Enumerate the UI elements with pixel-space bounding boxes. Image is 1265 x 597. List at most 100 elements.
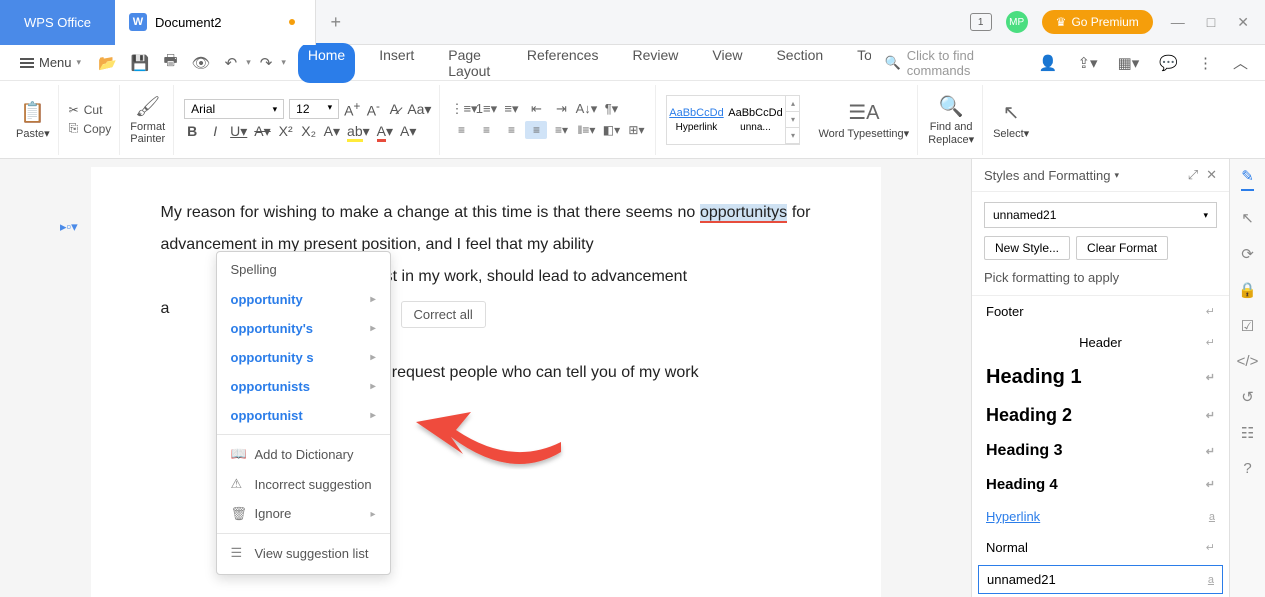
align-right-button[interactable]: ≡ bbox=[500, 121, 522, 139]
styles-gallery[interactable]: AaBbCcDd Hyperlink AaBbCcDd unna... ▴ ▾ … bbox=[666, 95, 800, 145]
page-side-icon[interactable]: ▸▫▾ bbox=[60, 219, 78, 235]
user-avatar[interactable]: MP bbox=[1006, 11, 1028, 33]
decrease-indent-button[interactable]: ⇤ bbox=[525, 101, 547, 117]
style-unnamed[interactable]: AaBbCcDd unna... bbox=[726, 96, 784, 144]
style-hyperlink[interactable]: Hyperlinka bbox=[972, 501, 1229, 532]
new-style-button[interactable]: New Style... bbox=[984, 236, 1070, 260]
minimize-button[interactable]: — bbox=[1167, 10, 1189, 34]
correct-all-button[interactable]: Correct all bbox=[401, 301, 486, 328]
font-size-select[interactable]: 12▾ bbox=[289, 99, 339, 119]
maximize-button[interactable]: □ bbox=[1203, 10, 1219, 34]
save-icon[interactable]: 💾 bbox=[126, 51, 155, 75]
window-count-badge[interactable]: 1 bbox=[970, 13, 992, 31]
select-button[interactable]: ↖ Select▾ bbox=[993, 100, 1029, 140]
suggestion-opportunitys-apostrophe[interactable]: opportunity's▸ bbox=[217, 314, 390, 343]
suggestion-opportunity[interactable]: opportunity▸ bbox=[217, 285, 390, 314]
tab-page-layout[interactable]: Page Layout bbox=[438, 43, 503, 83]
rail-code-icon[interactable]: </> bbox=[1237, 353, 1259, 370]
text-direction-button[interactable]: A↓▾ bbox=[575, 101, 597, 117]
grow-font-icon[interactable]: A+ bbox=[344, 100, 360, 119]
styles-down-button[interactable]: ▾ bbox=[786, 112, 799, 128]
style-header[interactable]: Header↵ bbox=[972, 327, 1229, 358]
document-tab[interactable]: W Document2 bbox=[115, 0, 316, 45]
current-style-select[interactable]: unnamed21▾ bbox=[984, 202, 1217, 228]
align-left-button[interactable]: ≡ bbox=[450, 121, 472, 139]
ignore-suggestion[interactable]: 🗑Ignore▸ bbox=[217, 499, 390, 529]
undo-icon[interactable]: ↶ bbox=[220, 51, 243, 75]
numbering-button[interactable]: 1≡▾ bbox=[475, 101, 497, 117]
view-suggestion-list[interactable]: ☰View suggestion list bbox=[217, 538, 390, 568]
word-typesetting-button[interactable]: ☰A Word Typesetting▾ bbox=[818, 100, 909, 140]
close-button[interactable]: ✕ bbox=[1233, 10, 1253, 35]
more-icon[interactable]: ⋮ bbox=[1193, 51, 1218, 75]
tab-review[interactable]: Review bbox=[622, 43, 688, 83]
font-select[interactable]: Arial▾ bbox=[184, 99, 284, 119]
tab-view[interactable]: View bbox=[702, 43, 752, 83]
rail-layout-icon[interactable]: ☷ bbox=[1241, 424, 1254, 442]
line-break-button[interactable]: ¶▾ bbox=[600, 101, 622, 117]
strikethrough-button[interactable]: A▾ bbox=[254, 123, 270, 140]
suggestion-opportunity-s[interactable]: opportunity s▸ bbox=[217, 343, 390, 372]
pin-icon[interactable]: ⤢ bbox=[1188, 167, 1198, 183]
panel-title[interactable]: Styles and Formatting▾ bbox=[984, 168, 1119, 183]
new-tab-button[interactable]: + bbox=[316, 12, 355, 33]
shading-button[interactable]: A▾ bbox=[400, 123, 416, 140]
fill-button[interactable]: ◧▾ bbox=[600, 121, 622, 139]
clear-format-button[interactable]: Clear Format bbox=[1076, 236, 1168, 260]
bullets-button[interactable]: ⋮≡▾ bbox=[450, 101, 472, 117]
page[interactable]: My reason for wishing to make a change a… bbox=[91, 167, 881, 597]
redo-icon[interactable]: ↷ bbox=[255, 51, 278, 75]
template-icon[interactable]: ▦▾ bbox=[1113, 51, 1145, 75]
distribute-button[interactable]: ≡▾ bbox=[550, 121, 572, 139]
rail-help-icon[interactable]: ? bbox=[1243, 460, 1251, 477]
close-panel-icon[interactable]: ✕ bbox=[1206, 167, 1217, 183]
styles-up-button[interactable]: ▴ bbox=[786, 96, 799, 112]
style-heading-2[interactable]: Heading 2↵ bbox=[972, 397, 1229, 434]
export-icon[interactable]: ⇪▾ bbox=[1072, 51, 1102, 75]
tab-home[interactable]: Home bbox=[298, 43, 355, 83]
menu-button[interactable]: Menu ▾ bbox=[12, 52, 89, 73]
suggestion-opportunists[interactable]: opportunists▸ bbox=[217, 372, 390, 401]
app-tab[interactable]: WPS Office bbox=[0, 0, 115, 45]
rail-history-icon[interactable]: ↺ bbox=[1241, 388, 1254, 406]
paste-button[interactable]: 📋 Paste▾ bbox=[16, 100, 50, 140]
open-icon[interactable]: 📂 bbox=[93, 51, 122, 75]
tab-insert[interactable]: Insert bbox=[369, 43, 424, 83]
change-case-icon[interactable]: Aa▾ bbox=[407, 101, 431, 118]
style-unnamed21[interactable]: unnamed21a bbox=[978, 565, 1223, 594]
tab-references[interactable]: References bbox=[517, 43, 609, 83]
style-heading-4[interactable]: Heading 4↵ bbox=[972, 468, 1229, 501]
misspelled-word[interactable]: opportunitys bbox=[700, 204, 787, 223]
suggestion-opportunist[interactable]: opportunist▸ bbox=[217, 401, 390, 430]
feedback-icon[interactable]: 💬 bbox=[1154, 51, 1183, 75]
tab-tools[interactable]: To‹ › bbox=[847, 43, 870, 83]
align-center-button[interactable]: ≡ bbox=[475, 121, 497, 139]
rail-form-icon[interactable]: ☑ bbox=[1241, 317, 1254, 335]
superscript-button[interactable]: X² bbox=[278, 123, 294, 140]
borders-button[interactable]: ⊞▾ bbox=[625, 121, 647, 139]
rail-lock-icon[interactable]: 🔒 bbox=[1238, 281, 1257, 299]
highlight-button[interactable]: ab▾ bbox=[347, 123, 370, 140]
increase-indent-button[interactable]: ⇥ bbox=[550, 101, 572, 117]
style-normal[interactable]: Normal↵ bbox=[972, 532, 1229, 563]
incorrect-suggestion[interactable]: ⚠Incorrect suggestion bbox=[217, 469, 390, 499]
bold-button[interactable]: B bbox=[184, 123, 200, 140]
style-heading-3[interactable]: Heading 3↵ bbox=[972, 434, 1229, 468]
add-to-dictionary[interactable]: 📖Add to Dictionary bbox=[217, 439, 390, 469]
subscript-button[interactable]: X₂ bbox=[301, 123, 317, 140]
rail-clipboard-icon[interactable]: ⟳ bbox=[1241, 245, 1254, 263]
format-painter-button[interactable]: 🖌 Format Painter bbox=[130, 94, 165, 145]
clear-format-icon[interactable]: A̷ bbox=[386, 101, 402, 117]
multilevel-button[interactable]: ≡▾ bbox=[500, 101, 522, 117]
share-icon[interactable]: 👤 bbox=[1034, 51, 1063, 75]
find-replace-button[interactable]: 🔍 Find and Replace▾ bbox=[928, 94, 974, 146]
style-hyperlink[interactable]: AaBbCcDd Hyperlink bbox=[667, 96, 725, 144]
align-justify-button[interactable]: ≡ bbox=[525, 121, 547, 139]
styles-expand-button[interactable]: ▾ bbox=[786, 128, 799, 144]
style-footer[interactable]: Footer↵ bbox=[972, 296, 1229, 327]
command-search[interactable]: 🔍 Click to find commands bbox=[875, 44, 1020, 82]
shrink-font-icon[interactable]: A- bbox=[365, 100, 381, 119]
underline-button[interactable]: U▾ bbox=[230, 123, 247, 140]
style-heading-1[interactable]: Heading 1↵ bbox=[972, 358, 1229, 397]
font-color-button[interactable]: A▾ bbox=[377, 123, 393, 140]
